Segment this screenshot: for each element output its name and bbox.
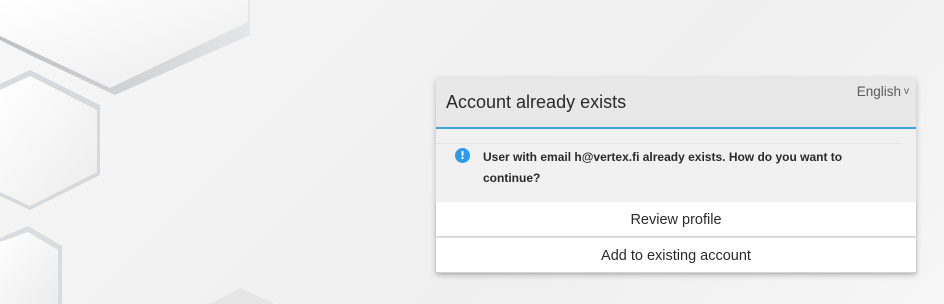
language-label: English: [856, 84, 901, 99]
alert-divider: [436, 143, 901, 144]
alert-message: User with email h@vertex.fi already exis…: [483, 150, 843, 185]
page-background: Account already exists English v ! User w…: [0, 0, 944, 304]
info-icon-glyph: !: [459, 149, 466, 162]
chevron-down-icon: v: [904, 86, 909, 97]
account-exists-dialog: Account already exists English v ! User w…: [436, 78, 916, 273]
dialog-header: Account already exists English v: [436, 78, 916, 129]
info-icon: !: [455, 148, 470, 163]
language-selector[interactable]: English v: [857, 84, 909, 99]
review-profile-button[interactable]: Review profile: [436, 202, 916, 236]
page-title: Account already exists: [446, 92, 627, 112]
add-to-existing-account-button[interactable]: Add to existing account: [436, 238, 916, 272]
